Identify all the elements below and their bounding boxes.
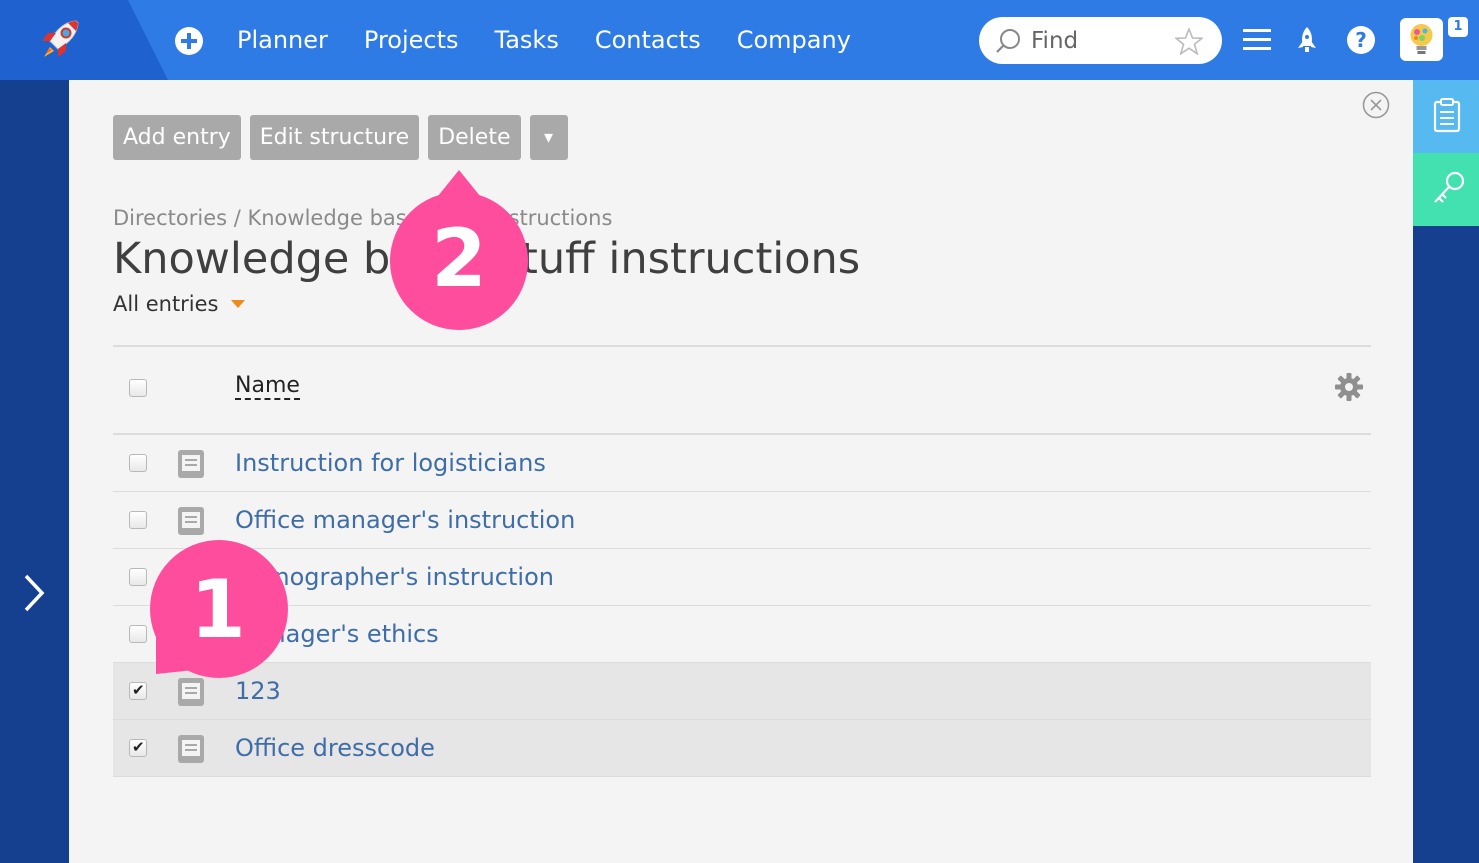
table-row[interactable]: ✔ Office dresscode xyxy=(113,720,1371,777)
entries-table: Name Instruction for logisticians Office … xyxy=(113,345,1371,777)
dropdown-triangle-icon xyxy=(230,300,245,308)
add-entry-button[interactable]: Add entry xyxy=(113,115,241,160)
row-checkbox[interactable] xyxy=(129,568,147,586)
document-icon xyxy=(178,735,204,763)
key-icon xyxy=(1434,171,1465,203)
more-actions-dropdown-button[interactable]: ▾ xyxy=(529,115,568,160)
delete-button[interactable]: Delete xyxy=(428,115,521,160)
breadcrumb[interactable]: Directories / Knowledge base: Stuff inst… xyxy=(113,206,612,230)
avatar[interactable] xyxy=(1400,18,1443,61)
menu-icon[interactable] xyxy=(1242,28,1272,52)
nav-projects[interactable]: Projects xyxy=(364,26,459,54)
select-all-checkbox[interactable] xyxy=(129,379,147,397)
column-header-name[interactable]: Name xyxy=(235,374,300,400)
nav-contacts[interactable]: Contacts xyxy=(595,26,701,54)
entry-name-link[interactable]: Office manager's instruction xyxy=(235,506,575,534)
row-checkbox[interactable] xyxy=(129,454,147,472)
rocket-icon[interactable] xyxy=(1296,26,1318,54)
close-icon[interactable] xyxy=(1362,91,1390,119)
edit-structure-button[interactable]: Edit structure xyxy=(249,115,420,160)
callout-2-number: 2 xyxy=(431,212,487,305)
nav-planner[interactable]: Planner xyxy=(237,26,328,54)
top-bar: Planner Projects Tasks Contacts Company xyxy=(0,0,1479,80)
clipboard-icon xyxy=(1433,98,1461,133)
lightbulb-avatar-icon xyxy=(1410,24,1433,54)
callout-1-number: 1 xyxy=(190,563,246,656)
entry-name-link[interactable]: 123 xyxy=(235,677,281,705)
star-icon[interactable] xyxy=(1175,28,1203,55)
main-nav: Planner Projects Tasks Contacts Company xyxy=(237,0,851,80)
svg-text:?: ? xyxy=(1355,28,1367,52)
notification-badge[interactable]: 1 xyxy=(1448,17,1468,37)
logo-area[interactable] xyxy=(0,0,168,80)
table-header: Name xyxy=(113,345,1371,435)
row-checkbox[interactable]: ✔ xyxy=(129,682,147,700)
row-checkbox[interactable] xyxy=(129,511,147,529)
content-panel: Add entry Edit structure Delete ▾ Direct… xyxy=(69,80,1413,863)
table-row[interactable]: Instruction for logisticians xyxy=(113,435,1371,492)
filter-label: All entries xyxy=(113,292,219,316)
table-row[interactable]: ✔ 123 xyxy=(113,663,1371,720)
nav-tasks[interactable]: Tasks xyxy=(495,26,559,54)
gear-icon[interactable] xyxy=(1334,372,1364,402)
entry-name-link[interactable]: Office dresscode xyxy=(235,734,435,762)
document-icon xyxy=(178,678,204,706)
row-checkbox[interactable]: ✔ xyxy=(129,739,147,757)
table-row[interactable]: Manager's ethics xyxy=(113,606,1371,663)
nav-company[interactable]: Company xyxy=(737,26,851,54)
search-input[interactable] xyxy=(1029,26,1173,56)
checkmark-icon: ✔ xyxy=(132,681,145,699)
entry-name-link[interactable]: Instruction for logisticians xyxy=(235,449,546,477)
table-row[interactable]: Stenographer's instruction xyxy=(113,549,1371,606)
expand-sidebar-chevron-icon[interactable] xyxy=(18,572,48,614)
add-plus-icon[interactable] xyxy=(174,26,204,56)
entries-filter-dropdown[interactable]: All entries xyxy=(113,292,245,316)
table-row[interactable]: Office manager's instruction xyxy=(113,492,1371,549)
checkmark-icon: ✔ xyxy=(132,738,145,756)
search-icon xyxy=(996,29,1020,53)
row-checkbox[interactable] xyxy=(129,625,147,643)
search-box[interactable] xyxy=(979,17,1222,64)
document-icon xyxy=(178,507,204,535)
document-icon xyxy=(178,450,204,478)
toolbar: Add entry Edit structure Delete ▾ xyxy=(113,115,568,160)
rail-notes-button[interactable] xyxy=(1413,80,1479,153)
rocket-logo-icon[interactable] xyxy=(36,17,82,63)
rail-key-button[interactable] xyxy=(1413,153,1479,226)
help-icon[interactable]: ? xyxy=(1346,25,1376,55)
